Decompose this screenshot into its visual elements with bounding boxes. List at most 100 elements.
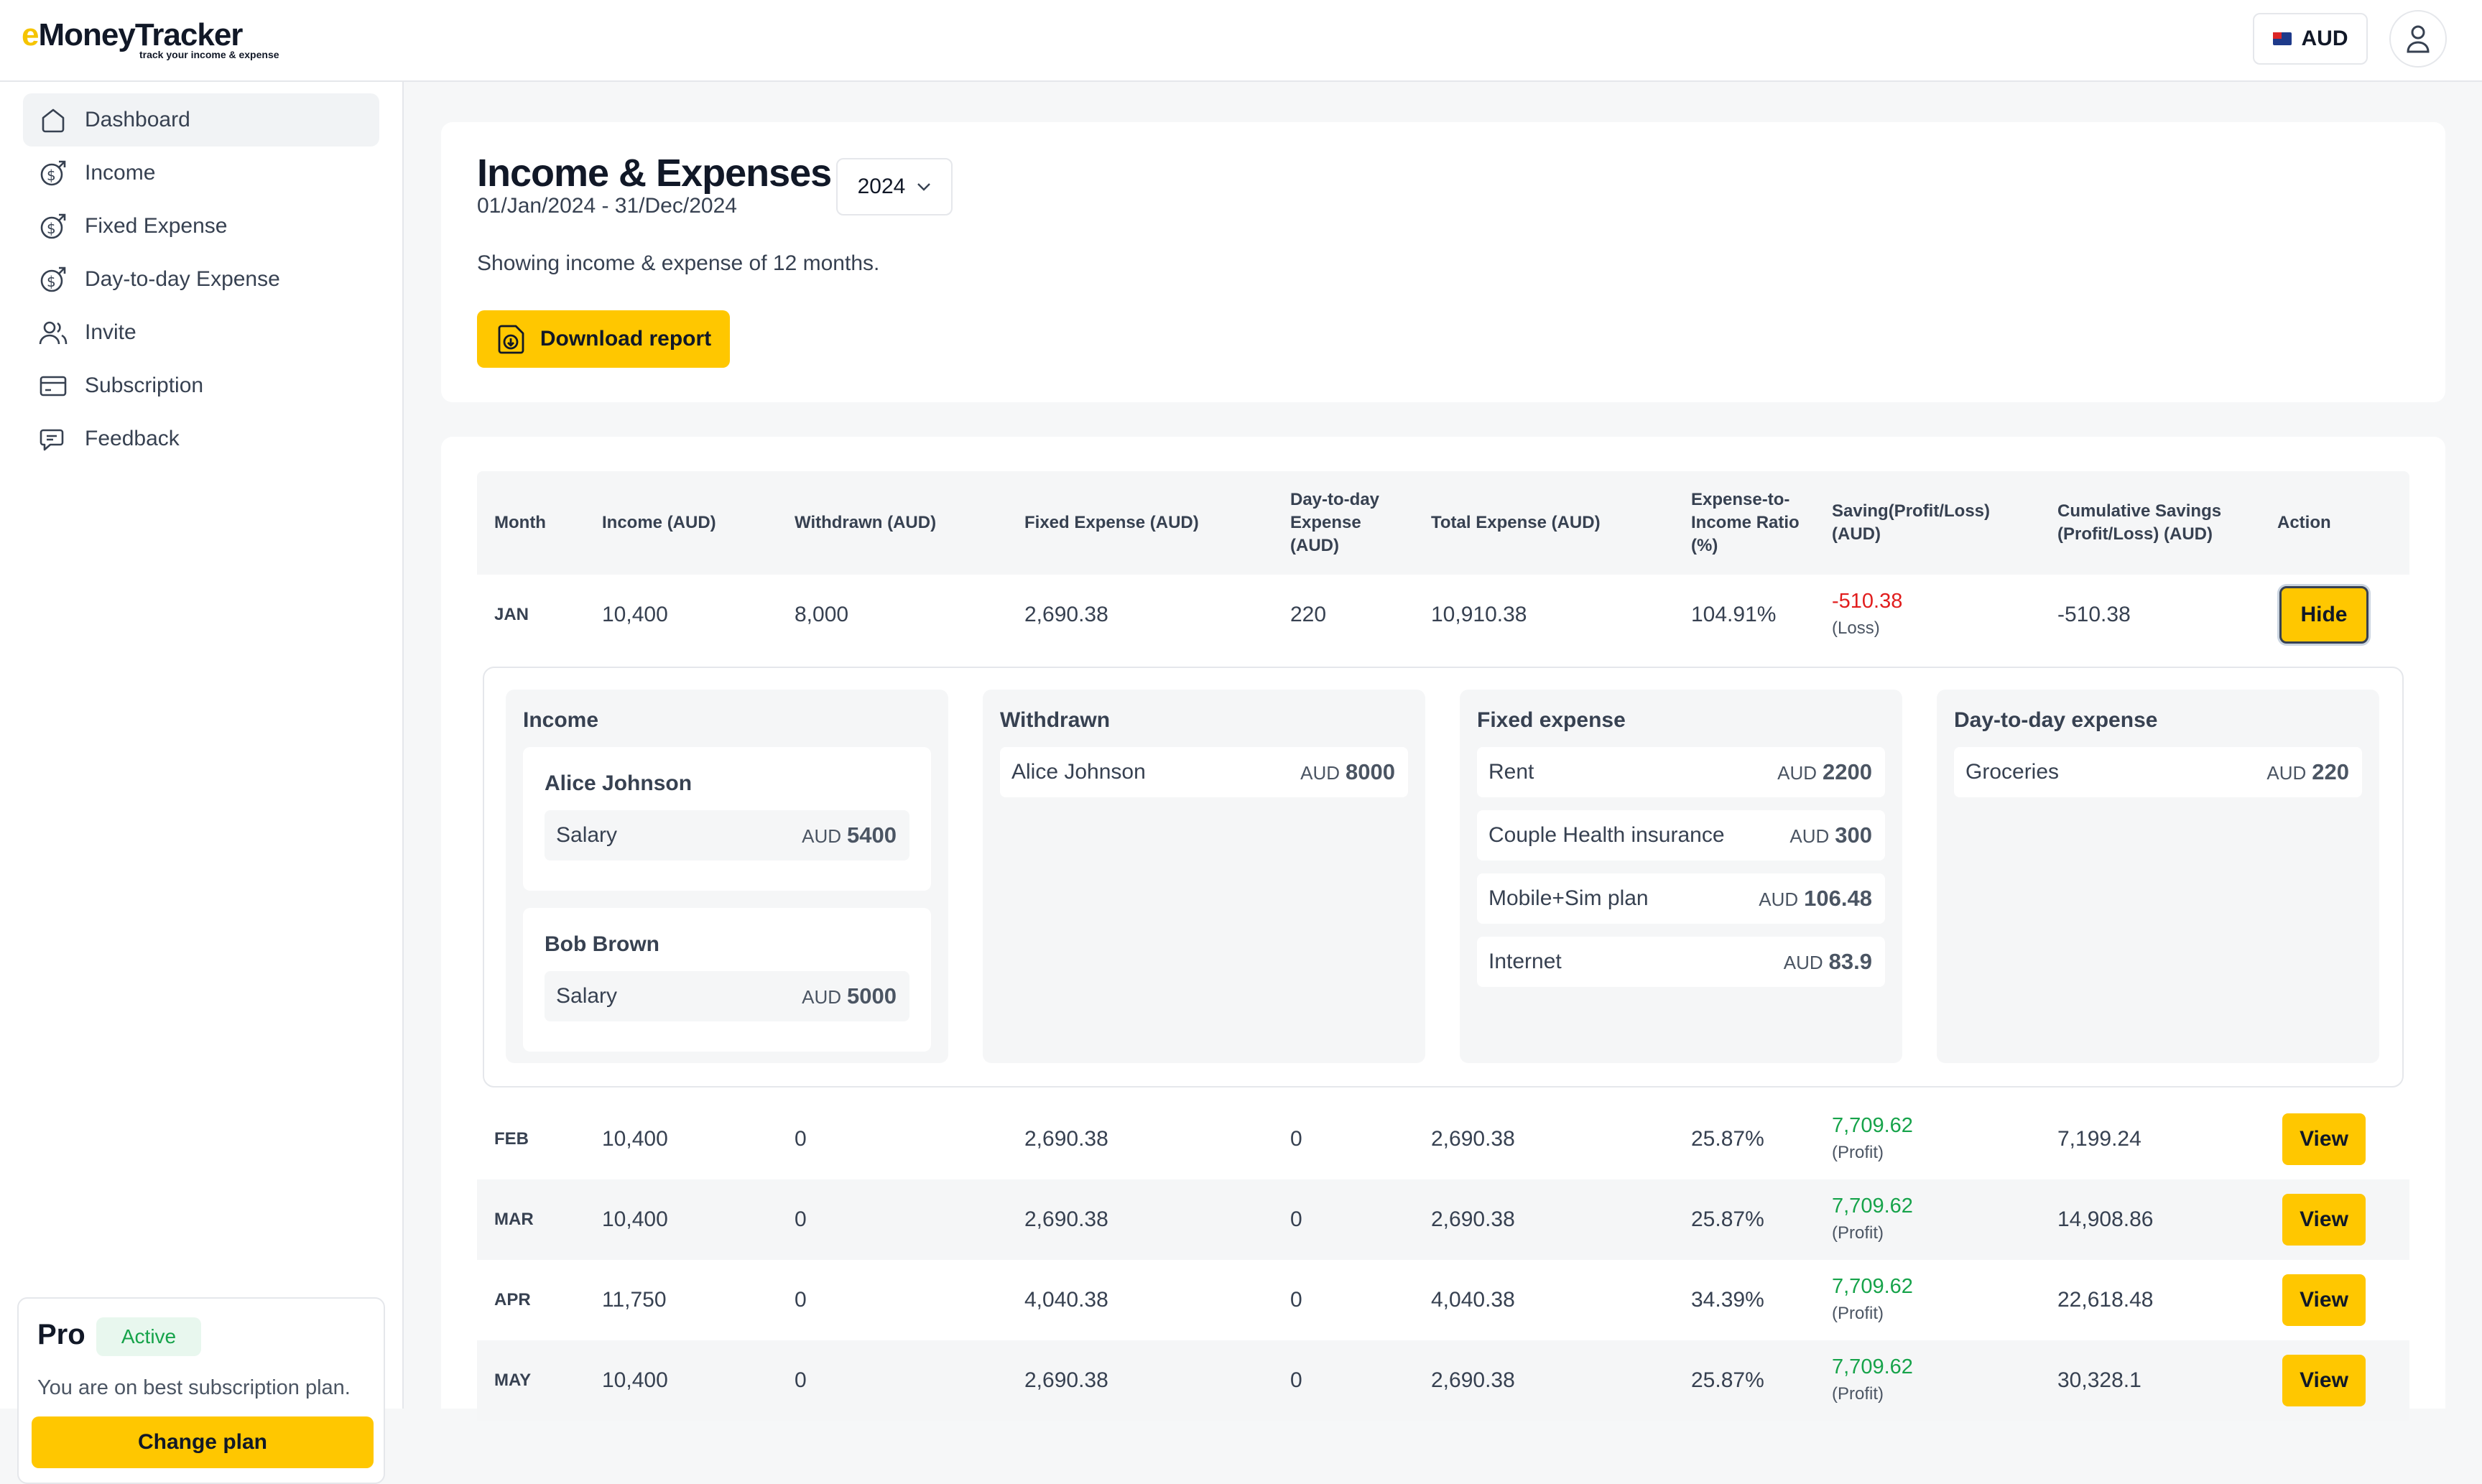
- item-currency: AUD: [802, 825, 842, 847]
- saving-amount: 7,709.62: [1832, 1195, 1913, 1218]
- cell-month: MAR: [494, 1210, 534, 1229]
- cell-withdrawn: 0: [795, 1207, 807, 1231]
- item-currency: AUD: [1789, 825, 1830, 847]
- user-menu-button[interactable]: [2389, 10, 2447, 68]
- pro-plan-card: Pro Active You are on best subscription …: [17, 1297, 385, 1484]
- item-label: Internet: [1488, 950, 1562, 973]
- income-item: Salary AUD 5400: [545, 810, 909, 861]
- detail-day-to-day-title: Day-to-day expense: [1954, 708, 2158, 732]
- download-file-icon: [498, 325, 524, 354]
- saving-label: (Profit): [1832, 1384, 1884, 1404]
- cell-saving: -510.38 (Loss): [1832, 575, 1902, 655]
- cell-month: APR: [494, 1290, 531, 1309]
- cell-ratio: 34.39%: [1691, 1288, 1764, 1312]
- table-row: APR 11,750 0 4,040.38 0 4,040.38 34.39% …: [477, 1260, 2409, 1340]
- download-report-button[interactable]: Download report: [477, 310, 730, 368]
- cell-ratio: 104.91%: [1691, 603, 1777, 626]
- page-title: Income & Expenses: [477, 152, 832, 195]
- showing-text: Showing income & expense of 12 months.: [477, 251, 880, 275]
- income-item: Salary AUD 5000: [545, 971, 909, 1021]
- sidebar-item-label: Dashboard: [85, 108, 190, 131]
- chevron-down-icon: [917, 183, 931, 191]
- cell-saving: 7,709.62 (Profit): [1832, 1260, 1913, 1340]
- cell-fixed-expense: 2,690.38: [1024, 1127, 1108, 1151]
- sidebar-item-income[interactable]: $ Income: [23, 147, 379, 200]
- status-badge: Active: [96, 1317, 201, 1356]
- view-button[interactable]: View: [2282, 1355, 2366, 1406]
- download-report-label: Download report: [540, 327, 712, 351]
- cell-income: 11,750: [602, 1288, 667, 1312]
- plan-description: You are on best subscription plan.: [37, 1376, 351, 1399]
- month-detail-panel: Income Alice Johnson Salary AUD 5400 Bob …: [483, 667, 2404, 1088]
- logo[interactable]: eMoneyTracker track your income & expens…: [22, 17, 279, 60]
- cell-total-expense: 2,690.38: [1431, 1127, 1515, 1151]
- logo-wordmark: eMoneyTracker: [22, 17, 243, 52]
- column-header-action: Action: [2277, 513, 2331, 532]
- cell-withdrawn: 0: [795, 1127, 807, 1151]
- cell-saving: 7,709.62 (Profit): [1832, 1099, 1913, 1179]
- item-label: Salary: [556, 823, 618, 847]
- cell-ratio: 25.87%: [1691, 1127, 1764, 1151]
- sidebar-item-label: Invite: [85, 320, 136, 344]
- cell-month: JAN: [494, 605, 529, 624]
- currency-selector-button[interactable]: AUD: [2253, 13, 2368, 65]
- item-currency: AUD: [1300, 762, 1340, 784]
- sidebar-item-fixed-expense[interactable]: $ Fixed Expense: [23, 200, 379, 253]
- saving-label: (Profit): [1832, 1223, 1884, 1243]
- cell-cumulative-savings: 30,328.1: [2057, 1368, 2141, 1392]
- item-amount: 5000: [847, 983, 897, 1008]
- fixed-expense-item: Rent AUD 2200: [1477, 747, 1885, 797]
- person-name: Bob Brown: [545, 932, 659, 956]
- cell-income: 10,400: [602, 1207, 668, 1231]
- hide-button[interactable]: Hide: [2279, 586, 2368, 644]
- cell-total-expense: 2,690.38: [1431, 1368, 1515, 1392]
- cell-ratio: 25.87%: [1691, 1368, 1764, 1392]
- report-table-card: Month Income (AUD) Withdrawn (AUD) Fixed…: [441, 437, 2445, 1421]
- cell-day-to-day-expense: 0: [1290, 1288, 1302, 1312]
- view-button[interactable]: View: [2282, 1194, 2366, 1246]
- item-label: Rent: [1488, 760, 1534, 784]
- day-to-day-item: Groceries AUD 220: [1954, 747, 2362, 797]
- sidebar-item-subscription[interactable]: Subscription: [23, 359, 379, 412]
- item-label: Groceries: [1965, 760, 2060, 784]
- cell-fixed-expense: 2,690.38: [1024, 1368, 1108, 1392]
- date-range: 01/Jan/2024 - 31/Dec/2024: [477, 194, 737, 218]
- sidebar-item-dashboard[interactable]: Dashboard: [23, 93, 379, 147]
- view-button[interactable]: View: [2282, 1113, 2366, 1165]
- income-person-card: Alice Johnson Salary AUD 5400: [523, 747, 931, 891]
- item-amount: 220: [2312, 759, 2349, 784]
- item-label: Couple Health insurance: [1488, 823, 1725, 847]
- svg-text:$: $: [47, 220, 56, 237]
- saving-amount: 7,709.62: [1832, 1114, 1913, 1137]
- sidebar-item-label: Subscription: [85, 374, 204, 397]
- item-amount: 300: [1835, 822, 1872, 848]
- sidebar-item-day-to-day-expense[interactable]: $ Day-to-day Expense: [23, 253, 379, 306]
- column-header-income: Income (AUD): [602, 513, 716, 532]
- saving-label: (Profit): [1832, 1143, 1884, 1162]
- chat-icon: [40, 429, 64, 451]
- fixed-expense-icon: $: [40, 213, 66, 239]
- cell-day-to-day-expense: 220: [1290, 603, 1327, 626]
- column-header-month: Month: [494, 513, 546, 532]
- cell-day-to-day-expense: 0: [1290, 1368, 1302, 1392]
- sidebar-item-label: Day-to-day Expense: [85, 267, 280, 291]
- view-button[interactable]: View: [2282, 1274, 2366, 1326]
- saving-label: (Profit): [1832, 1304, 1884, 1323]
- change-plan-button[interactable]: Change plan: [32, 1416, 374, 1468]
- item-label: Salary: [556, 984, 618, 1008]
- sidebar-item-invite[interactable]: Invite: [23, 306, 379, 359]
- column-header-total-expense: Total Expense (AUD): [1431, 513, 1601, 532]
- user-icon: [2407, 25, 2430, 53]
- detail-income-column: Income Alice Johnson Salary AUD 5400 Bob …: [506, 690, 948, 1063]
- cell-income: 10,400: [602, 1368, 668, 1392]
- sidebar-item-feedback[interactable]: Feedback: [23, 412, 379, 465]
- cell-income: 10,400: [602, 1127, 668, 1151]
- cell-income: 10,400: [602, 603, 668, 626]
- item-amount: 5400: [847, 822, 897, 848]
- cell-saving: 7,709.62 (Profit): [1832, 1179, 1913, 1260]
- item-amount: 8000: [1346, 759, 1395, 784]
- sidebar-item-label: Fixed Expense: [85, 214, 228, 238]
- year-select[interactable]: 2024: [836, 158, 953, 215]
- top-bar: eMoneyTracker track your income & expens…: [0, 0, 2482, 82]
- home-icon: [42, 108, 65, 133]
